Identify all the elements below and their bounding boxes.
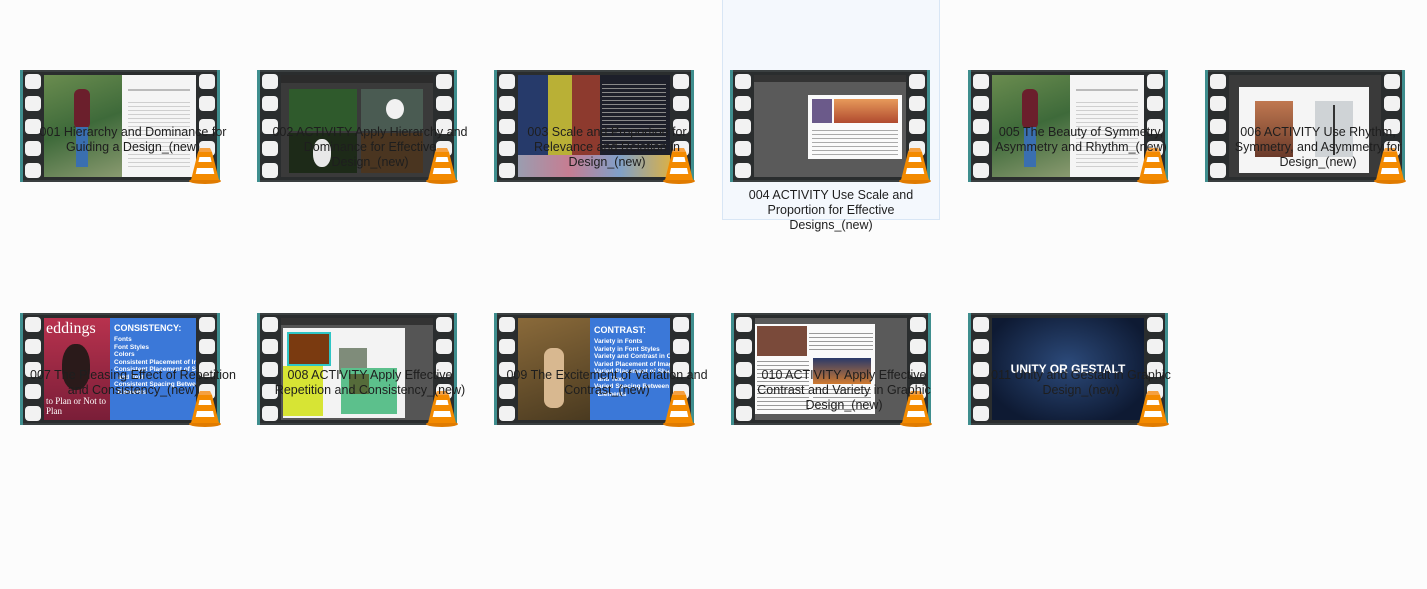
thumb-subtitle-text: to Plan or Not to Plan	[46, 396, 106, 416]
file-name: 011 Unity and Gestalt in Graphic Design_…	[991, 368, 1171, 397]
file-item[interactable]: 006 ACTIVITY Use Rhythm, Symmetry, and A…	[1205, 0, 1426, 222]
file-name: 005 The Beauty of Symmetry, Asymmetry an…	[995, 125, 1167, 154]
file-item[interactable]: 010 ACTIVITY Apply Effective Contrast an…	[731, 243, 952, 465]
file-name: 006 ACTIVITY Use Rhythm, Symmetry, and A…	[1234, 125, 1402, 169]
file-name: 003 Scale and Proportion for Relevance a…	[527, 125, 687, 169]
video-thumbnail	[730, 70, 931, 184]
file-name: 010 ACTIVITY Apply Effective Contrast an…	[757, 368, 931, 412]
file-item[interactable]: 002 ACTIVITY Apply Hierarchy and Dominan…	[257, 0, 478, 222]
file-item[interactable]: eddings to Plan or Not to Plan CONSISTEN…	[20, 243, 241, 465]
file-item[interactable]: 001 Hierarchy and Dominance for Guiding …	[20, 0, 241, 222]
file-item[interactable]: 005 The Beauty of Symmetry, Asymmetry an…	[968, 0, 1189, 222]
file-item[interactable]: 004 ACTIVITY Use Scale and Proportion fo…	[722, 0, 940, 232]
vlc-cone-icon	[899, 148, 931, 184]
file-name: 009 The Excitement of Variation and Cont…	[506, 368, 708, 397]
file-name: 001 Hierarchy and Dominance for Guiding …	[39, 125, 227, 154]
file-item[interactable]: 003 Scale and Proportion for Relevance a…	[494, 0, 715, 222]
file-name: 007 The Pleasing Effect of Repetition an…	[30, 368, 236, 397]
file-name: 002 ACTIVITY Apply Hierarchy and Dominan…	[272, 125, 468, 169]
thumb-title-text: eddings	[46, 320, 96, 337]
thumb-heading-text: CONSISTENCY:	[114, 323, 182, 333]
file-name: 008 ACTIVITY Apply Effective Repetition …	[274, 368, 466, 397]
file-item[interactable]: UNITY OR GESTALT 011 Unity and Gestalt i…	[968, 243, 1189, 465]
file-name: 004 ACTIVITY Use Scale and Proportion fo…	[748, 188, 914, 232]
file-item[interactable]: 008 ACTIVITY Apply Effective Repetition …	[257, 243, 478, 465]
thumb-heading-text: CONTRAST:	[594, 325, 646, 335]
file-item[interactable]: CONTRAST: Variety in Fonts Variety in Fo…	[494, 243, 715, 465]
